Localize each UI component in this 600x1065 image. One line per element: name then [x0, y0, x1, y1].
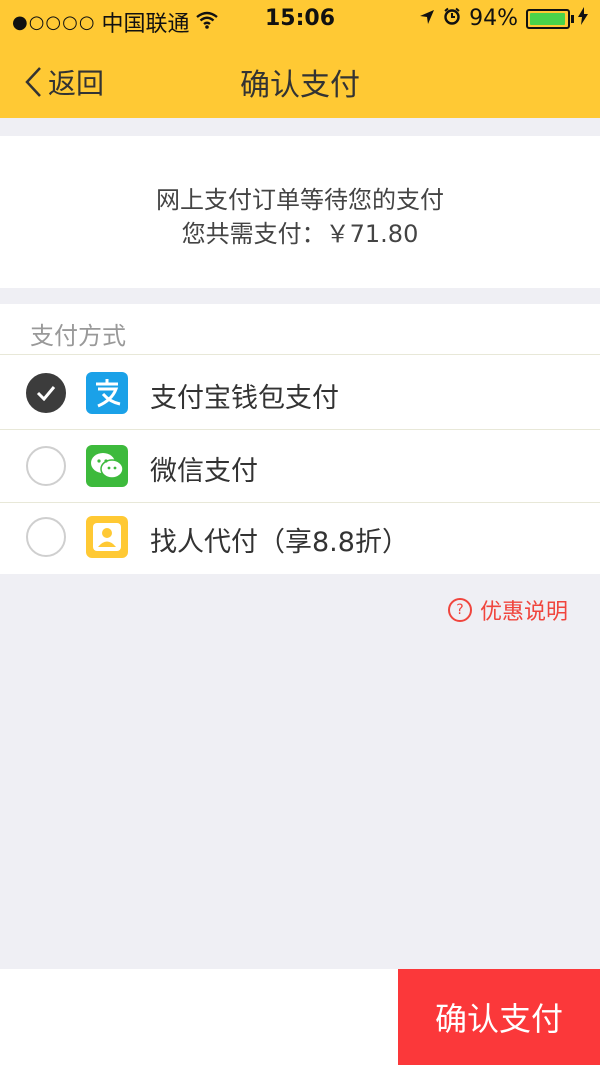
- discount-info-link[interactable]: ? 优惠说明: [447, 594, 568, 626]
- battery-fill: [530, 12, 566, 25]
- nav-bar: 返回 确认支付: [0, 40, 600, 118]
- checkmark-icon: [36, 386, 56, 401]
- payment-option-label: 微信支付: [150, 456, 258, 487]
- payment-methods: 支付方式 支付宝钱包支付 微信支付 找人代付（享8.8折）: [0, 304, 600, 574]
- payment-option-wechat[interactable]: 微信支付: [0, 431, 600, 503]
- alipay-icon: [86, 372, 128, 414]
- amount-due-text: 您共需支付：￥71.80: [181, 220, 419, 248]
- order-status-text: 网上支付订单等待您的支付: [156, 186, 444, 214]
- location-arrow-icon: [419, 6, 435, 31]
- friend-pay-icon: [86, 516, 128, 558]
- radio-unchecked[interactable]: [26, 446, 66, 486]
- radio-checked[interactable]: [26, 373, 66, 413]
- order-summary: 网上支付订单等待您的支付 您共需支付：￥71.80: [0, 136, 600, 288]
- status-bar: ●○○○○ 中国联通 15:06 94%: [0, 0, 600, 40]
- wechat-icon: [86, 445, 128, 487]
- divider: [0, 429, 600, 430]
- battery-icon: [526, 8, 574, 29]
- page-title: 确认支付: [240, 68, 360, 103]
- radio-unchecked[interactable]: [26, 517, 66, 557]
- payment-option-friend-pay[interactable]: 找人代付（享8.8折）: [0, 502, 600, 574]
- payment-option-label: 支付宝钱包支付: [150, 383, 339, 414]
- payment-option-label: 找人代付（享8.8折）: [150, 527, 409, 558]
- section-title: 支付方式: [30, 322, 126, 350]
- alarm-icon: [443, 6, 461, 31]
- confirm-payment-button[interactable]: 确认支付: [398, 969, 600, 1065]
- charging-icon: [578, 6, 588, 31]
- status-right: 94%: [419, 6, 588, 31]
- payment-option-alipay[interactable]: 支付宝钱包支付: [0, 358, 600, 430]
- discount-info-label: 优惠说明: [479, 600, 568, 625]
- bottom-bar: 确认支付: [0, 969, 600, 1065]
- divider: [0, 354, 600, 355]
- battery-percent: 94%: [469, 6, 518, 31]
- question-circle-icon: ?: [447, 598, 472, 622]
- header: ●○○○○ 中国联通 15:06 94% 返回 确认支付: [0, 0, 600, 118]
